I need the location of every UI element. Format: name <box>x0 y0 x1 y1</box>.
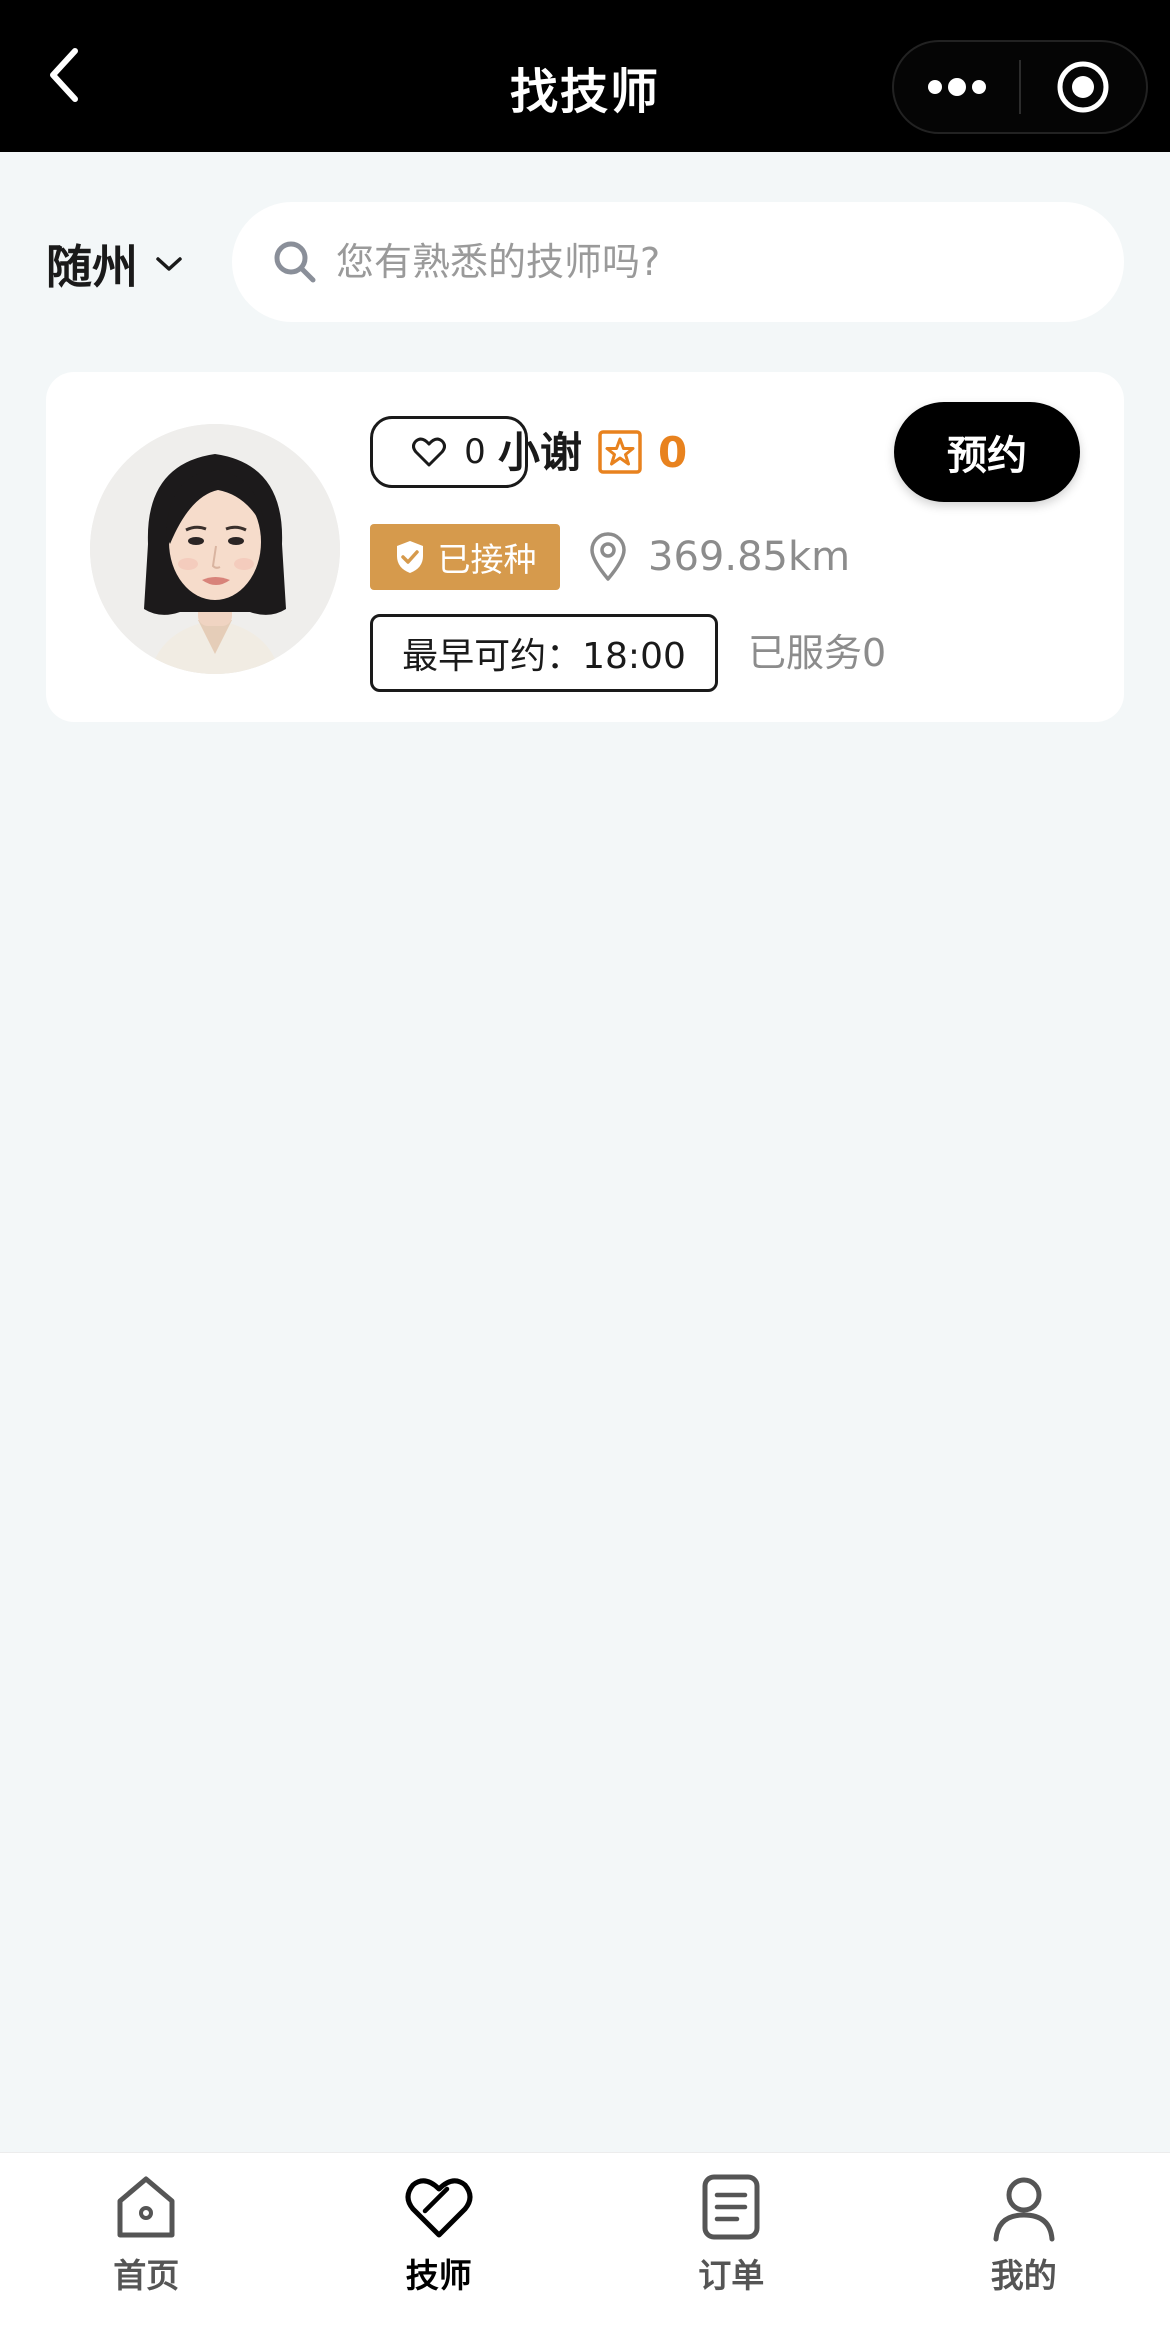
technician-card[interactable]: 0 小谢 0 预约 已接种 369.85km 最早可约：18:00 已服务0 <box>46 372 1124 722</box>
city-selector[interactable]: 随州 <box>46 228 184 300</box>
vaccinated-badge: 已接种 <box>370 524 560 590</box>
chevron-down-icon <box>156 257 182 271</box>
heart-outline-icon <box>412 437 447 467</box>
served-count: 已服务0 <box>748 631 887 675</box>
book-button[interactable]: 预约 <box>894 402 1080 502</box>
technician-avatar[interactable] <box>90 424 340 674</box>
tab-profile[interactable]: 我的 <box>878 2153 1170 2344</box>
tab-home-label: 首页 <box>113 2256 180 2295</box>
tab-orders-label: 订单 <box>698 2256 765 2295</box>
tab-technician[interactable]: 技师 <box>293 2153 586 2344</box>
star-rating-icon <box>598 430 642 474</box>
shield-check-icon <box>396 541 423 573</box>
close-mini-program-button[interactable] <box>1021 42 1146 132</box>
technician-name: 小谢 <box>498 428 583 477</box>
avatar-portrait <box>90 424 340 674</box>
bottom-tab-bar: 首页 技师 订单 我的 <box>0 2152 1170 2344</box>
tab-profile-label: 我的 <box>990 2256 1057 2295</box>
distance-info: 369.85km <box>588 522 850 592</box>
search-bar[interactable] <box>232 202 1124 322</box>
more-dots-icon <box>927 78 986 96</box>
tab-technician-label: 技师 <box>405 2256 472 2295</box>
target-circle-icon <box>1057 61 1109 113</box>
search-icon <box>274 241 316 283</box>
order-list-icon <box>702 2174 760 2240</box>
city-label: 随州 <box>46 240 138 294</box>
location-pin-icon <box>590 532 626 581</box>
technician-rating: 0 <box>658 428 688 477</box>
user-icon <box>993 2177 1055 2242</box>
search-input[interactable] <box>336 240 1036 284</box>
distance-value: 369.85km <box>648 534 851 580</box>
tab-home[interactable]: 首页 <box>0 2153 293 2344</box>
more-button[interactable] <box>894 42 1019 132</box>
heart-icon <box>405 2178 473 2238</box>
home-icon <box>117 2176 175 2238</box>
mini-program-capsule <box>892 40 1148 134</box>
earliest-available-time: 最早可约：18:00 <box>370 614 718 692</box>
tab-orders[interactable]: 订单 <box>585 2153 878 2344</box>
vaccinated-label: 已接种 <box>437 540 537 579</box>
like-count: 0 <box>464 432 486 472</box>
top-nav-bar: 找技师 <box>0 0 1170 152</box>
